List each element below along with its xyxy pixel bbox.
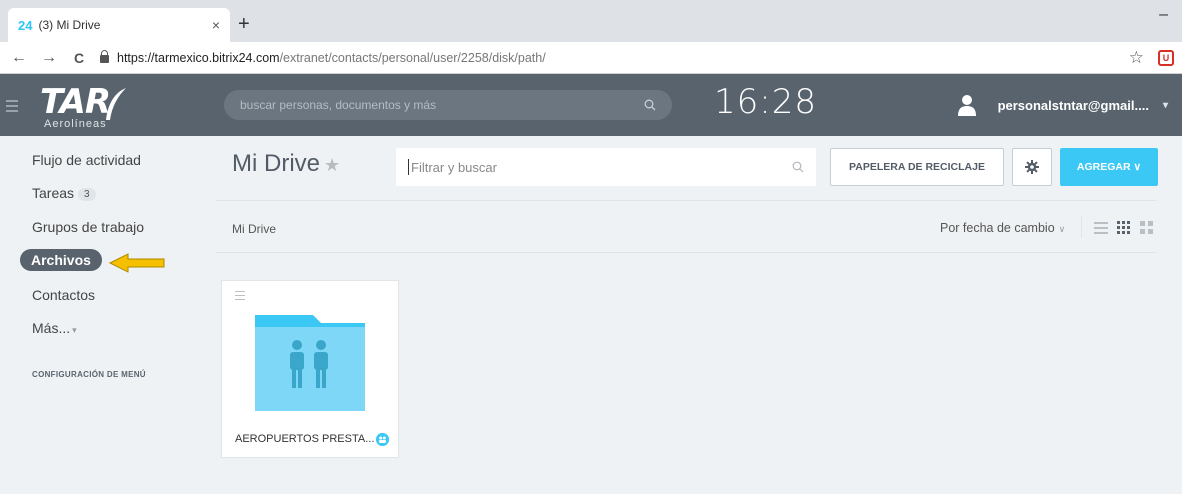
menu-item-tasks[interactable]: Tareas 3: [32, 185, 96, 202]
tab-title: (3) Mi Drive: [38, 18, 101, 32]
shared-users-icon: [376, 433, 389, 446]
large-tiles-view-icon[interactable]: [1140, 221, 1154, 235]
folder-name[interactable]: AEROPUERTOS PRESTA...: [235, 433, 374, 445]
filter-search-input[interactable]: [411, 159, 792, 175]
browser-address-bar: ← → C https://tarmexico.bitrix24.com/ext…: [0, 42, 1182, 74]
main-content: Mi Drive★ PAPELERA DE RECICLAJE A: [210, 136, 1182, 494]
menu-item-activity-stream[interactable]: Flujo de actividad: [32, 152, 141, 168]
user-menu[interactable]: personalstntar@gmail.... ▾: [957, 94, 1168, 116]
minimize-window-button[interactable]: –: [1159, 6, 1168, 24]
user-avatar-icon: [957, 95, 976, 116]
reload-icon[interactable]: C: [68, 50, 90, 66]
chevron-down-icon: ∨: [1058, 224, 1066, 234]
settings-button[interactable]: [1012, 148, 1052, 186]
sort-label: Por fecha de cambio: [940, 221, 1055, 235]
card-menu-icon[interactable]: [235, 291, 245, 303]
left-menu: Flujo de actividad Tareas 3 Grupos de tra…: [0, 136, 210, 494]
menu-item-label: Flujo de actividad: [32, 152, 141, 168]
gear-icon: [1025, 160, 1039, 174]
forward-icon[interactable]: →: [38, 49, 60, 67]
menu-item-label: Contactos: [32, 287, 96, 303]
recycle-bin-button[interactable]: PAPELERA DE RECICLAJE: [830, 148, 1004, 186]
chevron-down-icon: ▾: [1162, 99, 1168, 111]
text-cursor: [408, 159, 409, 175]
favorite-star-icon[interactable]: ★: [324, 155, 340, 175]
search-icon[interactable]: [792, 161, 804, 173]
search-icon[interactable]: [644, 99, 656, 111]
bookmark-star-icon[interactable]: ☆: [1129, 48, 1144, 68]
list-view-icon[interactable]: [1094, 222, 1108, 237]
filter-search-box[interactable]: [396, 148, 816, 186]
divider: [216, 252, 1156, 253]
breadcrumb[interactable]: Mi Drive: [232, 222, 276, 236]
global-search-box[interactable]: [224, 90, 672, 120]
divider: [1081, 216, 1082, 238]
menu-configuration-link[interactable]: CONFIGURACIÓN DE MENÚ: [32, 370, 146, 379]
tab-close-icon[interactable]: ×: [212, 17, 220, 33]
header-clock[interactable]: 16:28: [714, 82, 817, 122]
new-tab-button[interactable]: +: [238, 13, 250, 36]
browser-tab[interactable]: 24 (3) Mi Drive ×: [8, 8, 230, 42]
browser-tab-bar: 24 (3) Mi Drive × + –: [0, 0, 1182, 42]
app-header: TAR Aerolíneas 16:28 personalstntar@gmai…: [0, 74, 1182, 136]
shared-folder-icon: [255, 315, 365, 411]
sort-dropdown[interactable]: Por fecha de cambio ∨: [940, 221, 1065, 235]
menu-item-label: Más...: [32, 320, 71, 336]
menu-item-workgroups[interactable]: Grupos de trabajo: [32, 219, 144, 235]
logo-feather-icon: [106, 88, 126, 120]
back-icon[interactable]: ←: [8, 49, 30, 67]
divider: [216, 200, 1156, 201]
url-path: /extranet/contacts/personal/user/2258/di…: [279, 51, 546, 65]
folder-card[interactable]: AEROPUERTOS PRESTA...: [221, 280, 399, 458]
menu-item-label: Grupos de trabajo: [32, 219, 145, 235]
user-email: personalstntar@gmail....: [997, 97, 1149, 113]
menu-item-files[interactable]: Archivos: [20, 249, 102, 271]
add-button[interactable]: AGREGAR ∨: [1060, 148, 1158, 186]
logo-subtitle: Aerolíneas: [44, 118, 107, 130]
menu-item-label: Tareas: [32, 185, 75, 201]
tasks-count-badge: 3: [78, 188, 96, 201]
global-search-input[interactable]: [240, 98, 644, 112]
page-title: Mi Drive ★: [232, 150, 340, 178]
yellow-arrow-annotation: [108, 253, 165, 273]
url-field[interactable]: https://tarmexico.bitrix24.com/extranet/…: [100, 46, 1130, 70]
extension-icon[interactable]: U: [1158, 50, 1174, 66]
chevron-down-icon: ▾: [72, 325, 77, 335]
url-host: https://tarmexico.bitrix24.com: [117, 51, 280, 65]
grid-view-icon[interactable]: [1117, 221, 1131, 235]
hamburger-menu-icon[interactable]: [6, 100, 18, 115]
company-logo[interactable]: TAR: [40, 82, 111, 122]
page-title-text: Mi Drive: [232, 150, 320, 177]
menu-item-contacts[interactable]: Contactos: [32, 287, 95, 303]
menu-item-label: Archivos: [31, 252, 91, 268]
bitrix-favicon-icon: 24: [18, 17, 33, 33]
menu-item-more[interactable]: Más... ▾: [32, 320, 77, 336]
lock-icon: [100, 50, 109, 63]
